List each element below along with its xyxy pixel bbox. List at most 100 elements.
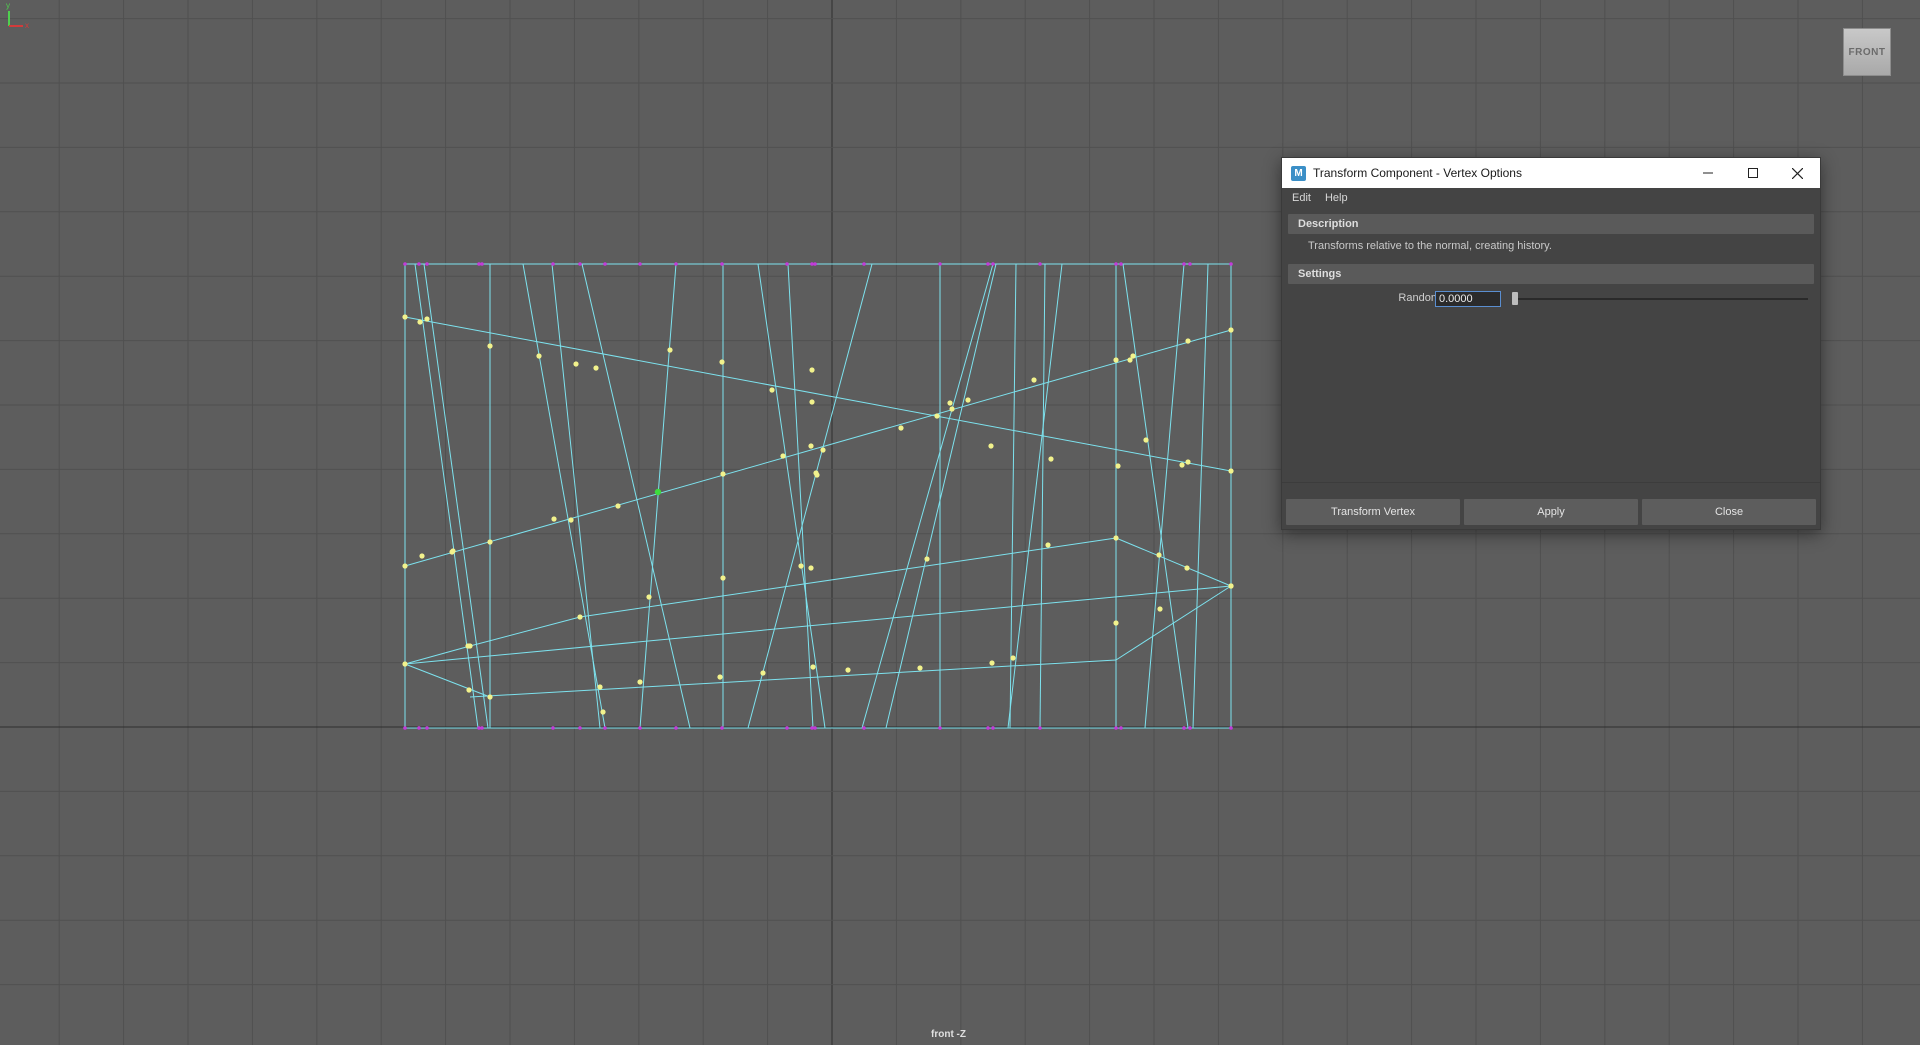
mesh-vertex bbox=[551, 516, 557, 522]
mesh-vertex bbox=[1185, 459, 1191, 465]
dialog-divider bbox=[1282, 482, 1820, 483]
mesh-vertex bbox=[600, 709, 606, 715]
mesh-vertex bbox=[720, 575, 726, 581]
border-vertex bbox=[1229, 726, 1233, 730]
selected-vertex bbox=[654, 488, 662, 496]
border-vertex bbox=[938, 726, 942, 730]
random-slider-handle[interactable] bbox=[1512, 292, 1518, 305]
mesh-edge bbox=[423, 263, 489, 729]
mesh-vertex bbox=[934, 413, 940, 419]
mesh-edge bbox=[581, 263, 691, 729]
mesh-vertex bbox=[1157, 606, 1163, 612]
mesh-edge bbox=[1115, 537, 1232, 587]
mesh-vertex bbox=[809, 399, 815, 405]
mesh-edge bbox=[639, 263, 677, 729]
mesh-vertex bbox=[465, 643, 471, 649]
maximize-icon bbox=[1747, 168, 1758, 178]
mesh-vertex bbox=[646, 594, 652, 600]
mesh-edge bbox=[469, 616, 581, 647]
mesh-vertex bbox=[1127, 357, 1133, 363]
mesh-vertex bbox=[466, 687, 472, 693]
mesh-edge bbox=[1192, 263, 1209, 729]
mesh-vertex bbox=[597, 684, 603, 690]
border-vertex bbox=[578, 726, 582, 730]
mesh-vertex bbox=[1045, 542, 1051, 548]
border-vertex bbox=[480, 726, 484, 730]
mesh-vertex bbox=[573, 361, 579, 367]
mesh-vertex bbox=[450, 548, 456, 554]
border-vertex bbox=[938, 262, 942, 266]
mesh-edge bbox=[551, 263, 601, 729]
mesh-vertex bbox=[820, 447, 826, 453]
mesh-edge bbox=[469, 659, 1117, 698]
border-vertex bbox=[991, 726, 995, 730]
border-vertex bbox=[417, 262, 421, 266]
mesh-vertex bbox=[924, 556, 930, 562]
mesh-vertex bbox=[593, 365, 599, 371]
random-label: Random bbox=[1398, 292, 1440, 304]
mesh-vertex bbox=[988, 443, 994, 449]
close-window-button[interactable] bbox=[1775, 158, 1820, 188]
mesh-vertex bbox=[780, 453, 786, 459]
apply-button[interactable]: Apply bbox=[1464, 499, 1638, 525]
mesh-vertex bbox=[1113, 535, 1119, 541]
minimize-button[interactable] bbox=[1685, 158, 1730, 188]
description-section-header[interactable]: Description bbox=[1288, 214, 1814, 234]
view-cube-front[interactable]: FRONT bbox=[1843, 28, 1891, 76]
mesh-vertex bbox=[809, 367, 815, 373]
mesh-vertex bbox=[1031, 377, 1037, 383]
mesh-vertex bbox=[487, 539, 493, 545]
border-vertex bbox=[1119, 726, 1123, 730]
mesh-edge bbox=[404, 585, 1232, 665]
border-vertex bbox=[480, 262, 484, 266]
border-vertex bbox=[425, 726, 429, 730]
mesh-edge bbox=[1039, 263, 1046, 729]
border-vertex bbox=[403, 726, 407, 730]
transform-vertex-button[interactable]: Transform Vertex bbox=[1286, 499, 1460, 525]
mesh-edge bbox=[885, 263, 997, 729]
random-slider-track[interactable] bbox=[1512, 298, 1808, 300]
mesh-vertex bbox=[1143, 437, 1149, 443]
close-button[interactable]: Close bbox=[1642, 499, 1816, 525]
mesh-edge bbox=[861, 263, 994, 729]
mesh-vertex bbox=[1184, 565, 1190, 571]
menu-edit[interactable]: Edit bbox=[1292, 192, 1311, 204]
dialog-title: Transform Component - Vertex Options bbox=[1313, 166, 1522, 180]
mesh-vertex bbox=[949, 406, 955, 412]
border-vertex bbox=[862, 262, 866, 266]
random-input[interactable] bbox=[1435, 291, 1501, 307]
minimize-icon bbox=[1702, 172, 1713, 174]
menu-help[interactable]: Help bbox=[1325, 192, 1348, 204]
border-vertex bbox=[603, 262, 607, 266]
mesh-vertex bbox=[637, 679, 643, 685]
border-vertex bbox=[403, 262, 407, 266]
mesh-vertex bbox=[615, 503, 621, 509]
border-vertex bbox=[551, 262, 555, 266]
maximize-button[interactable] bbox=[1730, 158, 1775, 188]
axis-gizmo-icon: y x bbox=[6, 1, 29, 30]
border-vertex bbox=[603, 726, 607, 730]
settings-section-header[interactable]: Settings bbox=[1288, 264, 1814, 284]
mesh-vertex bbox=[536, 353, 542, 359]
mesh-vertex bbox=[487, 694, 493, 700]
mesh-vertex bbox=[717, 674, 723, 680]
mesh-vertex bbox=[1228, 468, 1234, 474]
mesh-vertex bbox=[1228, 583, 1234, 589]
border-vertex bbox=[425, 262, 429, 266]
mesh-vertex bbox=[1048, 456, 1054, 462]
mesh-vertex bbox=[1115, 463, 1121, 469]
border-vertex bbox=[813, 262, 817, 266]
border-vertex bbox=[674, 262, 678, 266]
maya-app-icon: M bbox=[1291, 165, 1306, 181]
border-vertex bbox=[638, 726, 642, 730]
mesh-vertex bbox=[402, 563, 408, 569]
mesh-vertex bbox=[417, 319, 423, 325]
border-vertex bbox=[551, 726, 555, 730]
mesh-vertex bbox=[798, 563, 804, 569]
mesh-edge bbox=[404, 663, 491, 698]
svg-text:x: x bbox=[25, 21, 29, 30]
dialog-titlebar[interactable]: M Transform Component - Vertex Options bbox=[1282, 158, 1820, 188]
border-vertex bbox=[1188, 262, 1192, 266]
border-vertex bbox=[1188, 726, 1192, 730]
mesh-vertex bbox=[813, 470, 819, 476]
